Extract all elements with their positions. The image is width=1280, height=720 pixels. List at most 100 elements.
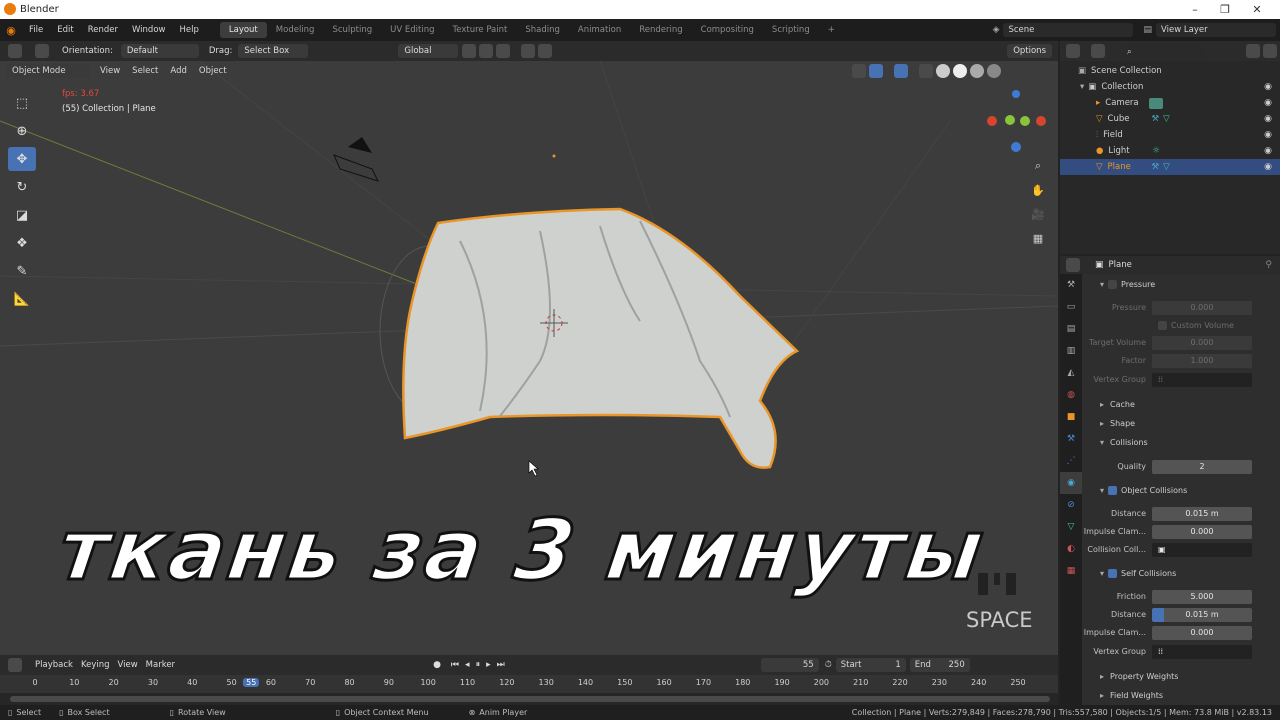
overlay-toggle-icon[interactable]: [894, 64, 908, 78]
start-frame-field[interactable]: Start 1: [835, 658, 906, 672]
camera-data-icon[interactable]: [1149, 97, 1164, 109]
preview-range-icon[interactable]: ⏱: [825, 660, 832, 670]
timeline-scrollbar[interactable]: [10, 696, 1050, 702]
3d-viewport[interactable]: Object Mode View Select Add Object ⬚ ⊕ ✥…: [0, 61, 1058, 655]
mesh-data-icon[interactable]: ▽: [1163, 162, 1170, 172]
outliner-search-input[interactable]: ⌕: [1122, 44, 1204, 58]
output-tab-icon[interactable]: ▤: [1060, 318, 1082, 340]
material-tab-icon[interactable]: ◐: [1060, 538, 1082, 560]
visibility-eye-icon[interactable]: ◉: [1264, 114, 1272, 124]
cancel-icon[interactable]: ⊗: [469, 708, 476, 717]
menu-render[interactable]: Render: [81, 25, 125, 35]
self-collisions-section[interactable]: ▾ Self Collisions: [1082, 565, 1280, 582]
tab-sculpting[interactable]: Sculpting: [323, 22, 381, 38]
maximize-icon[interactable]: ❐: [1210, 0, 1240, 19]
transform-tool-icon[interactable]: ❖: [8, 231, 36, 255]
scene-tab-icon[interactable]: ◭: [1060, 362, 1082, 384]
properties-editor-icon[interactable]: [1066, 258, 1080, 272]
end-frame-field[interactable]: End 250: [909, 658, 970, 672]
pressure-checkbox[interactable]: [1108, 280, 1118, 289]
tab-animation[interactable]: Animation: [569, 22, 630, 38]
timeline-ruler[interactable]: 0 10 20 30 40 50 55 60 70 80 90 100 110 120 130 140 150 1…: [0, 675, 1058, 693]
falloff-icon[interactable]: [538, 44, 553, 58]
add-workspace-icon[interactable]: +: [819, 22, 844, 38]
annotate-tool-icon[interactable]: ✎: [8, 259, 36, 283]
object-collisions-section[interactable]: ▾ Object Collisions: [1082, 482, 1280, 499]
jump-end-icon[interactable]: ⏭: [497, 660, 505, 670]
prev-keyframe-icon[interactable]: ◂: [465, 660, 470, 670]
world-tab-icon[interactable]: ◍: [1060, 384, 1082, 406]
self-distance-field[interactable]: 0.015 m: [1152, 607, 1252, 622]
object-impulse-field[interactable]: 0.000: [1152, 524, 1252, 539]
target-volume-field[interactable]: 0.000: [1152, 335, 1252, 350]
transform-orientation-dropdown[interactable]: Global: [398, 44, 459, 58]
tab-uv-editing[interactable]: UV Editing: [381, 22, 443, 38]
friction-field[interactable]: 5.000: [1152, 589, 1252, 604]
light-data-icon[interactable]: ☼: [1152, 146, 1160, 156]
outliner-item-camera[interactable]: ▸ Camera ◉: [1060, 95, 1280, 111]
expand-icon[interactable]: ▾: [1082, 569, 1104, 578]
tab-modeling[interactable]: Modeling: [267, 22, 324, 38]
outliner-item-plane[interactable]: ▽ Plane ⚒ ▽ ◉: [1060, 159, 1280, 175]
editor-type-icon[interactable]: [8, 44, 22, 58]
menu-help[interactable]: Help: [172, 25, 205, 35]
measure-tool-icon[interactable]: 📐: [8, 287, 36, 311]
collapse-icon[interactable]: ▸: [1100, 400, 1104, 409]
menu-select[interactable]: Select: [132, 66, 158, 76]
menu-window[interactable]: Window: [125, 25, 173, 35]
tab-scripting[interactable]: Scripting: [763, 22, 819, 38]
collapse-icon[interactable]: ▸: [1100, 419, 1104, 428]
tool-tab-icon[interactable]: ⚒: [1060, 274, 1082, 296]
constraints-tab-icon[interactable]: ⊘: [1060, 494, 1082, 516]
camera-object[interactable]: [333, 137, 379, 182]
pressure-section[interactable]: ▾ Pressure: [1082, 276, 1280, 293]
snap-icon[interactable]: [479, 44, 494, 58]
expand-icon[interactable]: ▾: [1080, 82, 1084, 92]
tab-compositing[interactable]: Compositing: [692, 22, 763, 38]
object-collisions-checkbox[interactable]: [1108, 486, 1118, 495]
jump-start-icon[interactable]: ⏮: [451, 660, 459, 670]
snap-target-icon[interactable]: [496, 44, 511, 58]
view-layer-tab-icon[interactable]: ▥: [1060, 340, 1082, 362]
blender-menu-icon[interactable]: ◉: [0, 24, 22, 37]
self-collisions-checkbox[interactable]: [1108, 569, 1118, 578]
expand-icon[interactable]: ▾: [1100, 438, 1104, 447]
rendered-shading-icon[interactable]: [987, 64, 1001, 78]
modifier-wrench-icon[interactable]: ⚒: [1152, 162, 1160, 172]
menu-file[interactable]: File: [22, 25, 50, 35]
collapse-icon[interactable]: ▸: [1100, 691, 1104, 700]
close-icon[interactable]: ✕: [1242, 0, 1272, 19]
filter-icon[interactable]: [1246, 44, 1260, 58]
data-tab-icon[interactable]: ▽: [1060, 516, 1082, 538]
pressure-vertex-group-field[interactable]: ⁞⁞: [1152, 372, 1252, 387]
proportional-edit-icon[interactable]: [521, 44, 536, 58]
tab-rendering[interactable]: Rendering: [630, 22, 691, 38]
cursor-tool-icon[interactable]: ⊕: [8, 119, 36, 143]
navigation-gizmo[interactable]: [987, 90, 1046, 152]
zoom-icon[interactable]: ⌕: [1028, 156, 1048, 176]
visibility-eye-icon[interactable]: ◉: [1264, 82, 1272, 92]
tab-texture-paint[interactable]: Texture Paint: [444, 22, 517, 38]
menu-add[interactable]: Add: [170, 66, 186, 76]
texture-tab-icon[interactable]: ▦: [1060, 560, 1082, 582]
mesh-data-icon[interactable]: ▽: [1163, 114, 1170, 124]
object-distance-field[interactable]: 0.015 m: [1152, 506, 1252, 521]
scene-selector[interactable]: Scene: [1003, 23, 1134, 37]
menu-playback[interactable]: Playback: [35, 660, 73, 670]
pause-icon[interactable]: ⏸: [476, 660, 481, 670]
cache-section[interactable]: ▸ Cache: [1082, 396, 1280, 413]
tab-shading[interactable]: Shading: [516, 22, 569, 38]
self-impulse-field[interactable]: 0.000: [1152, 625, 1252, 640]
rotate-tool-icon[interactable]: ↻: [8, 175, 36, 199]
outliner-item-field[interactable]: ⫶ Field ◉: [1060, 127, 1280, 143]
outliner-editor-icon[interactable]: [1066, 44, 1080, 58]
custom-volume-checkbox[interactable]: [1158, 321, 1167, 330]
tab-layout[interactable]: Layout: [219, 22, 267, 38]
physics-tab-icon[interactable]: ◉: [1060, 472, 1082, 494]
visibility-eye-icon[interactable]: ◉: [1264, 98, 1272, 108]
light-object[interactable]: [552, 154, 556, 158]
material-shading-icon[interactable]: [970, 64, 984, 78]
outliner-scene-collection[interactable]: ▣ Scene Collection: [1060, 63, 1280, 79]
object-tab-icon[interactable]: ■: [1060, 406, 1082, 428]
visibility-icon[interactable]: [852, 64, 866, 78]
